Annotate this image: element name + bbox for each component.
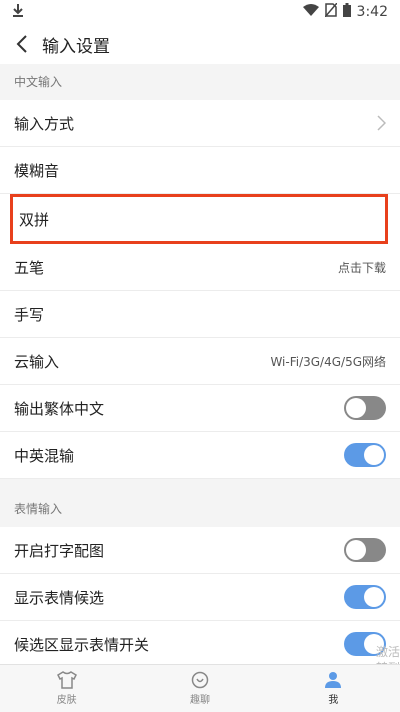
status-bar: 3:42 [0, 0, 400, 24]
row-fuzzy-sound[interactable]: 模糊音 [0, 147, 400, 194]
person-icon [325, 672, 342, 688]
app-bar: 输入设置 [0, 24, 400, 64]
emoji-candidate-toggle[interactable] [344, 585, 386, 609]
row-mixed-input: 中英混输 [0, 432, 400, 479]
row-value: 点击下载 [337, 260, 386, 275]
download-icon [12, 3, 24, 21]
row-handwrite[interactable]: 手写 [0, 291, 400, 338]
nav-label: 皮肤 [56, 695, 77, 706]
row-wubi[interactable]: 五笔 点击下载 [0, 244, 400, 291]
page-title: 输入设置 [42, 36, 110, 57]
nav-chat[interactable]: 趣聊 [133, 665, 266, 712]
row-label: 手写 [14, 305, 45, 324]
traditional-chinese-toggle[interactable] [344, 396, 386, 420]
shirt-icon [56, 671, 77, 689]
row-label: 五笔 [14, 258, 45, 277]
row-label: 输出繁体中文 [14, 399, 105, 418]
nav-label: 我 [328, 695, 339, 706]
section-header-emoji-input: 表情输入 [0, 491, 400, 527]
row-traditional-chinese: 输出繁体中文 [0, 385, 400, 432]
nav-label: 趣聊 [189, 695, 210, 706]
no-sim-icon [323, 2, 338, 21]
typing-picture-toggle[interactable] [344, 538, 386, 562]
wifi-icon [302, 4, 319, 20]
back-button[interactable] [10, 32, 34, 56]
chevron-left-icon [16, 35, 27, 53]
row-label: 双拼 [19, 210, 50, 229]
row-label: 中英混输 [14, 446, 75, 465]
row-input-method[interactable]: 输入方式 [0, 100, 400, 147]
watermark-line: 激活 [375, 645, 400, 659]
section-spacer [0, 479, 400, 491]
bottom-nav: 皮肤 趣聊 我 [0, 664, 400, 712]
chat-icon [191, 671, 209, 689]
row-label: 云输入 [14, 352, 60, 371]
nav-me[interactable]: 我 [267, 665, 400, 712]
mixed-input-toggle[interactable] [344, 443, 386, 467]
row-label: 候选区显示表情开关 [14, 635, 150, 654]
row-typing-picture: 开启打字配图 [0, 527, 400, 574]
row-shuangpin[interactable]: 双拼 [10, 194, 388, 244]
row-emoji-switch: 候选区显示表情开关 [0, 621, 400, 668]
row-value: Wi-Fi/3G/4G/5G网络 [270, 354, 386, 369]
nav-skin[interactable]: 皮肤 [0, 665, 133, 712]
chevron-right-icon [377, 115, 386, 131]
row-label: 开启打字配图 [14, 541, 105, 560]
row-cloud-input[interactable]: 云输入 Wi-Fi/3G/4G/5G网络 [0, 338, 400, 385]
row-label: 输入方式 [14, 114, 75, 133]
row-label: 模糊音 [14, 161, 60, 180]
status-time: 3:42 [356, 4, 388, 20]
battery-icon [342, 3, 351, 21]
row-emoji-candidate: 显示表情候选 [0, 574, 400, 621]
section-header-chinese-input: 中文输入 [0, 64, 400, 100]
row-label: 显示表情候选 [14, 588, 105, 607]
